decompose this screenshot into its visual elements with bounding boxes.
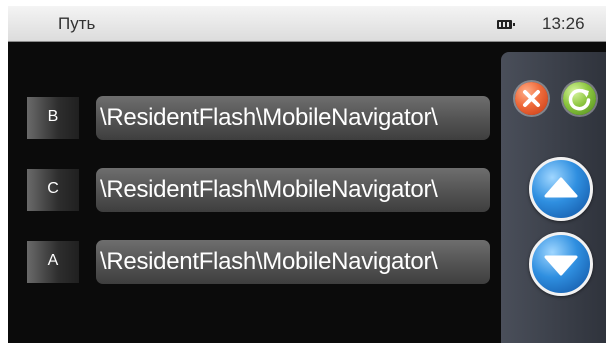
refresh-button[interactable] (563, 82, 596, 115)
close-icon (523, 90, 540, 107)
path-text: \ResidentFlash\MobileNavigator\ (100, 104, 438, 131)
drive-letter: A (47, 252, 59, 269)
arrow-up-icon (544, 177, 578, 198)
scroll-up-button[interactable] (529, 157, 593, 221)
page-title: Путь (58, 14, 96, 33)
drive-label: A (27, 241, 79, 283)
screen: Путь 13:26 B \ResidentFlash\MobileNaviga… (8, 6, 606, 343)
clock-time: 13:26 (542, 14, 585, 33)
path-field[interactable]: \ResidentFlash\MobileNavigator\ (96, 240, 490, 284)
path-field[interactable]: \ResidentFlash\MobileNavigator\ (96, 96, 490, 140)
status-bar: Путь 13:26 (8, 6, 606, 42)
cancel-button[interactable] (515, 82, 548, 115)
path-text: \ResidentFlash\MobileNavigator\ (100, 176, 438, 203)
path-field[interactable]: \ResidentFlash\MobileNavigator\ (96, 168, 490, 212)
path-text: \ResidentFlash\MobileNavigator\ (100, 248, 438, 275)
battery-icon (497, 20, 515, 29)
drive-label: C (27, 169, 79, 211)
refresh-icon (568, 88, 591, 111)
drive-letter: C (47, 180, 59, 197)
scroll-down-button[interactable] (529, 232, 593, 296)
drive-label: B (27, 97, 79, 139)
arrow-down-icon (544, 255, 578, 276)
drive-letter: B (47, 108, 59, 125)
